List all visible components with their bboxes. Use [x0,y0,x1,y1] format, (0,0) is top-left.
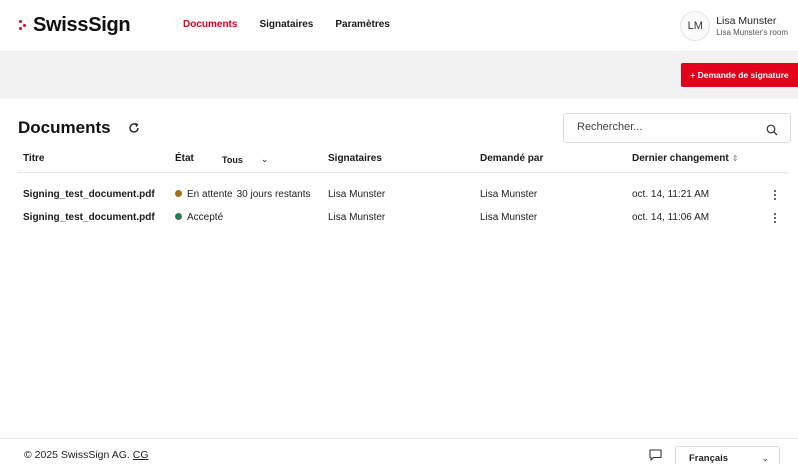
requester-name: Lisa Munster [480,212,538,223]
top-header: SwissSign Documents Signataires Paramètr… [0,0,798,52]
search-input[interactable] [577,121,757,133]
action-bar: + Demande de signature [0,52,798,99]
copyright-label: © 2025 SwissSign AG. [24,449,130,461]
column-header-title[interactable]: Titre [23,153,45,164]
column-header-last-change-label: Dernier changement [632,153,729,164]
user-menu[interactable]: LM Lisa Munster Lisa Munster's room [680,11,788,41]
status-badge: En attente [187,189,233,200]
status-badge: Accepté [187,212,224,223]
more-actions-icon[interactable] [772,211,778,225]
search-icon[interactable] [766,123,778,136]
column-header-signers[interactable]: Signataires [328,153,382,164]
signer-name: Lisa Munster [328,212,386,223]
logo-mark-icon [18,18,29,32]
column-header-state: État [175,153,194,164]
user-info: Lisa Munster Lisa Munster's room [716,15,788,37]
user-room: Lisa Munster's room [716,28,788,37]
user-name: Lisa Munster [716,15,777,27]
table-header-divider [18,172,788,173]
footer: © 2025 SwissSign AG. CG Français ⌄ [0,438,798,464]
more-actions-icon[interactable] [772,188,778,202]
language-select[interactable]: Français ⌄ [675,446,780,464]
signer-name: Lisa Munster [328,189,386,200]
last-change-date: oct. 14, 11:06 AM [632,212,710,223]
last-change-date: oct. 14, 11:21 AM [632,189,710,200]
refresh-icon[interactable] [127,121,141,135]
remaining-days: 30 jours restants [236,189,311,200]
table-row[interactable]: Signing_test_document.pdf Accepté Lisa M… [18,209,788,229]
nav-item-documents[interactable]: Documents [183,19,237,30]
brand-name: SwissSign [33,13,131,36]
requester-name: Lisa Munster [480,189,538,200]
search-box [563,113,791,143]
copyright-text: © 2025 SwissSign AG. CG [24,449,149,461]
new-signature-request-button[interactable]: + Demande de signature [681,63,798,87]
column-header-requested-by[interactable]: Demandé par [480,153,543,164]
status-cell: Accepté [175,212,223,223]
state-filter-value: Tous [222,154,243,165]
main-nav: Documents Signataires Paramètres [183,19,412,30]
cg-link[interactable]: CG [133,449,149,461]
status-cell: En attente 30 jours restants [175,189,311,200]
sort-icon: ⇕ [731,154,739,163]
nav-item-parametres[interactable]: Paramètres [335,19,389,30]
page-title: Documents [18,118,111,137]
page-title-row: Documents [18,118,141,138]
status-accepted-dot-icon [175,213,182,220]
nav-item-signataires[interactable]: Signataires [259,19,313,30]
chevron-down-icon: ⌄ [260,154,269,164]
swisssign-logo[interactable]: SwissSign [18,12,131,38]
language-value: Français [689,453,729,464]
chevron-down-icon: ⌄ [761,453,769,463]
column-header-last-change[interactable]: Dernier changement ⇕ [632,153,738,164]
state-filter-dropdown[interactable]: Tous ⌄ [222,154,268,165]
file-name[interactable]: Signing_test_document.pdf [23,212,155,223]
file-name[interactable]: Signing_test_document.pdf [23,189,155,200]
avatar[interactable]: LM [680,11,711,41]
status-pending-dot-icon [175,190,182,197]
chat-icon[interactable] [649,448,662,461]
table-row[interactable]: Signing_test_document.pdf En attente 30 j… [18,186,788,206]
